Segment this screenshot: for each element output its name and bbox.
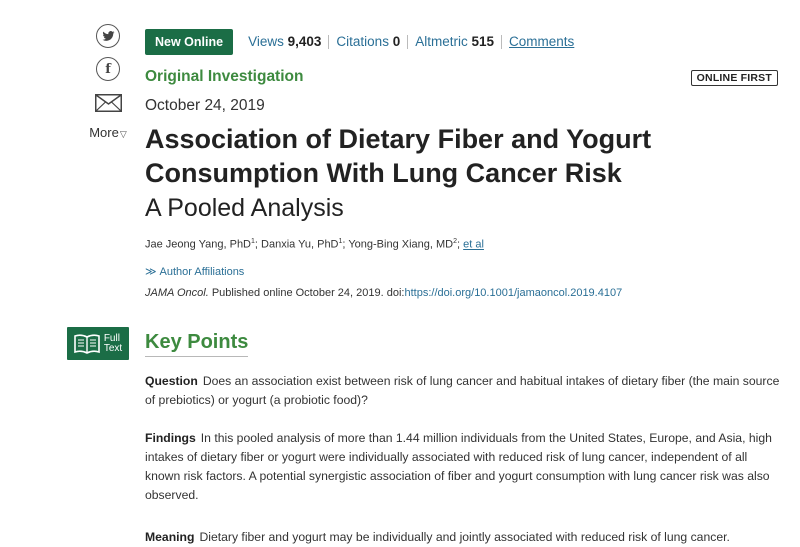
findings-label: Findings bbox=[145, 431, 196, 445]
question-text: Does an association exist between risk o… bbox=[145, 374, 780, 407]
article-metrics-bar: New Online Views 9,403 Citations 0 Altme… bbox=[145, 29, 581, 55]
altmetric-label: Altmetric bbox=[415, 34, 468, 49]
article-type: Original Investigation bbox=[145, 68, 304, 85]
author-affiliations-label: Author Affiliations bbox=[159, 266, 245, 278]
comments-link[interactable]: Comments bbox=[502, 35, 581, 49]
citation-line: JAMA Oncol. Published online October 24,… bbox=[145, 287, 622, 299]
double-chevron-right-icon: ≫ bbox=[145, 266, 157, 278]
key-points-heading: Key Points bbox=[145, 331, 249, 357]
findings-text: In this pooled analysis of more than 1.4… bbox=[145, 431, 772, 502]
views-label: Views bbox=[248, 34, 284, 49]
key-point-question: Question Does an association exist betwee… bbox=[145, 372, 785, 410]
altmetric-metric[interactable]: Altmetric 515 bbox=[408, 34, 503, 49]
full-text-line2: Text bbox=[103, 342, 123, 354]
meaning-text: Dietary fiber and yogurt may be individu… bbox=[199, 530, 730, 544]
citations-label: Citations bbox=[336, 34, 389, 49]
altmetric-value: 515 bbox=[471, 34, 495, 49]
open-book-icon bbox=[74, 333, 100, 354]
author-affiliation-marker: 1 bbox=[338, 238, 343, 245]
views-metric[interactable]: Views 9,403 bbox=[241, 34, 330, 49]
doi-link[interactable]: https://doi.org/10.1001/jamaoncol.2019.4… bbox=[404, 287, 622, 299]
meaning-label: Meaning bbox=[145, 530, 195, 544]
views-value: 9,403 bbox=[287, 34, 322, 49]
author-name[interactable]: Yong-Bing Xiang, MD bbox=[348, 239, 453, 251]
full-text-button[interactable]: Full Text bbox=[67, 327, 129, 360]
key-point-findings: Findings In this pooled analysis of more … bbox=[145, 429, 785, 505]
citations-metric[interactable]: Citations 0 bbox=[329, 34, 409, 49]
article-subtitle: A Pooled Analysis bbox=[145, 194, 344, 222]
published-text: Published online October 24, 2019. doi: bbox=[208, 287, 405, 299]
more-label: More bbox=[89, 125, 119, 140]
twitter-icon[interactable] bbox=[96, 24, 120, 48]
email-icon[interactable] bbox=[94, 94, 122, 112]
et-al-link[interactable]: et al bbox=[463, 239, 484, 251]
share-rail: f More▽ bbox=[86, 24, 130, 140]
author-affiliation-marker: 2 bbox=[453, 238, 458, 245]
new-online-badge: New Online bbox=[145, 29, 234, 55]
citations-value: 0 bbox=[392, 34, 401, 49]
journal-abbrev: JAMA Oncol. bbox=[145, 287, 209, 299]
full-text-label: Full Text bbox=[103, 332, 123, 354]
publication-date: October 24, 2019 bbox=[145, 97, 265, 114]
author-affiliation-marker: 1 bbox=[251, 238, 255, 245]
question-label: Question bbox=[145, 374, 198, 388]
online-first-badge: ONLINE FIRST bbox=[690, 70, 778, 86]
full-text-line1: Full bbox=[103, 332, 120, 344]
author-list: Jae Jeong Yang, PhD1; Danxia Yu, PhD1; Y… bbox=[145, 238, 484, 251]
key-point-meaning: Meaning Dietary fiber and yogurt may be i… bbox=[145, 528, 785, 547]
chevron-down-icon: ▽ bbox=[119, 129, 127, 139]
more-share-button[interactable]: More▽ bbox=[86, 125, 130, 140]
article-title: Association of Dietary Fiber and Yogurt … bbox=[145, 124, 652, 188]
author-affiliations-toggle[interactable]: ≫ Author Affiliations bbox=[145, 265, 244, 278]
author-name[interactable]: Danxia Yu, PhD bbox=[261, 239, 338, 251]
author-name[interactable]: Jae Jeong Yang, PhD bbox=[145, 239, 251, 251]
facebook-icon[interactable]: f bbox=[96, 57, 120, 81]
